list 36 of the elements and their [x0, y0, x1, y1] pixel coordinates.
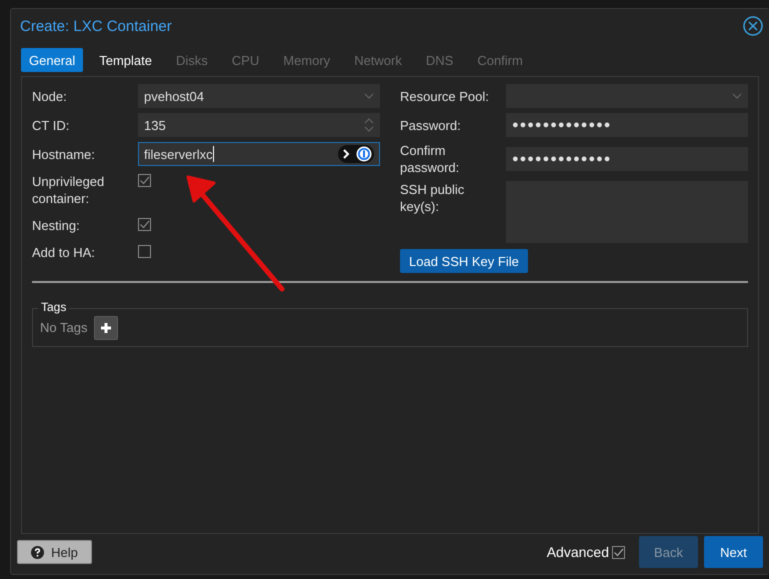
- chevron-down-icon: [364, 93, 374, 99]
- checkbox[interactable]: [138, 245, 151, 258]
- field-label: SSH public key(s):: [400, 181, 466, 215]
- password-field[interactable]: ●●●●●●●●●●●●●: [506, 147, 748, 171]
- checkbox[interactable]: [138, 174, 151, 187]
- next-button[interactable]: Next: [704, 536, 763, 568]
- fieldset-legend: Tags: [38, 300, 70, 314]
- checkbox[interactable]: [138, 218, 151, 231]
- dropdown-field[interactable]: [506, 84, 748, 108]
- field-label: Add to HA:: [32, 244, 96, 261]
- field-label: CT ID:: [32, 116, 70, 134]
- input-field[interactable]: 135: [138, 113, 380, 137]
- input-field[interactable]: fileserverlxc: [138, 142, 380, 166]
- field-label: Password:: [400, 116, 462, 134]
- dropdown-field[interactable]: pvehost04: [138, 84, 380, 108]
- close-icon[interactable]: [743, 16, 763, 36]
- empty-tags-text: No Tags: [40, 320, 88, 335]
- field-label: Nesting:: [32, 217, 81, 234]
- help-icon: [31, 546, 44, 558]
- window-title: Create: LXC Container: [20, 18, 173, 34]
- plus-icon: [100, 322, 112, 334]
- field-label: Hostname:: [32, 146, 96, 162]
- password-field[interactable]: ●●●●●●●●●●●●●: [506, 113, 748, 137]
- add-tag-button[interactable]: [94, 316, 118, 340]
- advanced-label: Advanced: [546, 544, 609, 560]
- advanced-checkbox[interactable]: [612, 546, 625, 558]
- field-label: Node:: [32, 88, 68, 104]
- field-label: Unprivileged container:: [32, 173, 106, 207]
- field-label: Confirm password:: [400, 142, 460, 176]
- password-manager-icon[interactable]: [338, 145, 374, 163]
- chevron-down-icon: [732, 93, 742, 99]
- field-label: Resource Pool:: [400, 88, 490, 104]
- tab[interactable]: General: [21, 48, 84, 72]
- load-ssh-key-button[interactable]: Load SSH Key File: [400, 249, 528, 273]
- help-button[interactable]: Help: [17, 540, 92, 564]
- tab[interactable]: Template: [91, 48, 160, 72]
